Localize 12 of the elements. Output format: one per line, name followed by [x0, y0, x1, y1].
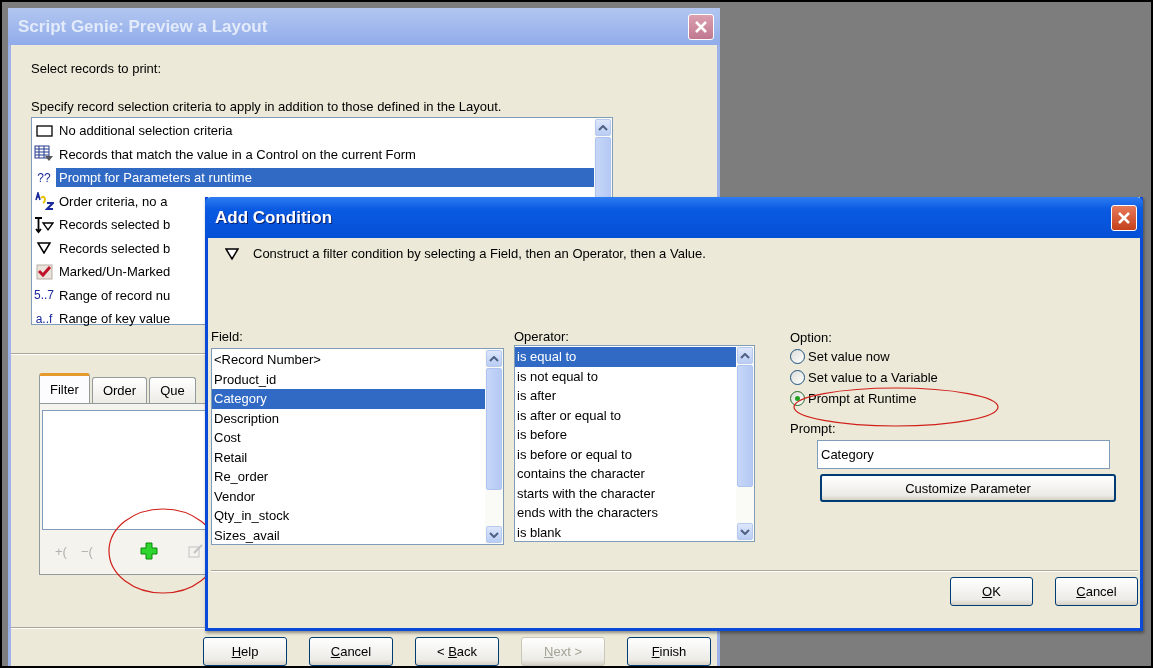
- instruction-text: Specify record selection criteria to apply in addition to those defined in the Layout.: [31, 99, 503, 115]
- row-glyph: ??: [37, 170, 51, 185]
- option-label: Option:: [790, 330, 833, 346]
- description-text: Construct a filter condition by selecting a Field, then an Operator, then a Value.: [253, 246, 706, 261]
- section-label: Select records to print:: [31, 61, 163, 77]
- prompt-label: Prompt:: [790, 421, 837, 437]
- row-glyph: a..f: [35, 311, 53, 326]
- field-label: Field:: [211, 329, 244, 345]
- window-title: Script Genie: Preview a Layout: [18, 16, 268, 37]
- dialog-title: Add Condition: [215, 207, 333, 228]
- row-glyph: 5..7: [34, 288, 54, 303]
- operator-label: Operator:: [514, 329, 570, 345]
